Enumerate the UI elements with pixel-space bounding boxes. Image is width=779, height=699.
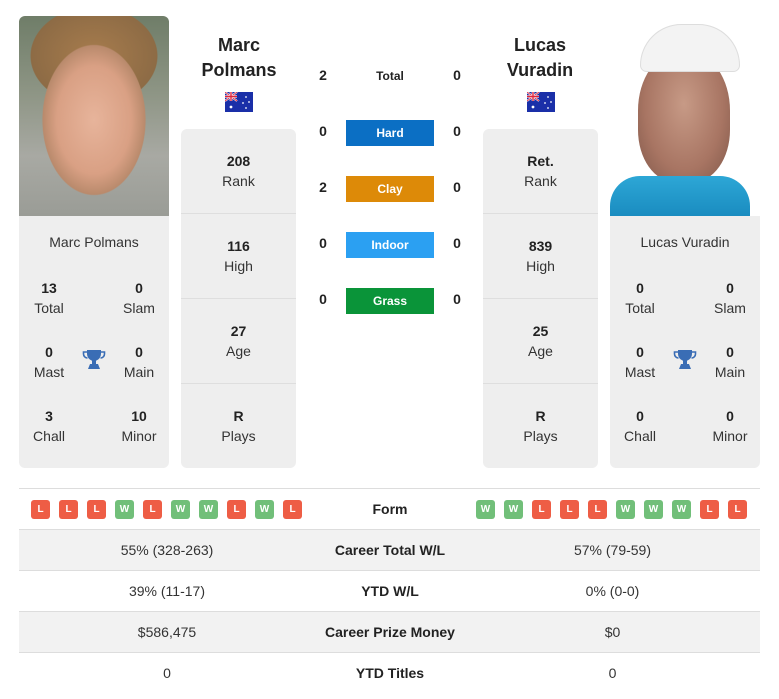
player2-value: $0 — [604, 624, 621, 640]
player1-titles-main: 0 Main — [123, 344, 155, 380]
australia-flag-icon — [225, 92, 253, 112]
h2h-total-label: Total — [376, 69, 404, 83]
player1-titles-minor: 10 Minor — [121, 408, 157, 444]
player1-titles-card: Marc Polmans 13 Total 0 Slam 0 Mast 0 Ma… — [19, 216, 169, 468]
h2h-grass-p2: 0 — [453, 291, 461, 307]
table-row: 0 YTD Titles 0 — [19, 653, 760, 694]
player1-form-badge-win[interactable]: W — [199, 499, 218, 519]
player1-titles-total: 13 Total — [34, 280, 64, 316]
player1-titles-chall: 3 Chall — [33, 408, 65, 444]
player2-value: 57% (79-59) — [573, 542, 652, 558]
player1-name[interactable]: Marc Polmans — [179, 33, 299, 83]
surface-hard-button[interactable]: Hard — [346, 120, 434, 146]
surface-clay-button[interactable]: Clay — [346, 176, 434, 202]
player1-value: 0 — [163, 665, 171, 681]
player1-photo — [19, 16, 169, 216]
player1-form-badge-loss[interactable]: L — [283, 499, 302, 519]
player2-form-badge-loss[interactable]: L — [700, 499, 719, 519]
player2-titles-mast: 0 Mast — [624, 344, 656, 380]
player2-age: 25 Age — [483, 299, 598, 384]
player2-form-badge-loss[interactable]: L — [532, 499, 551, 519]
player2-plays: R Plays — [523, 408, 558, 444]
player2-stats-column: Ret. Rank 839 High 25 Age R Plays — [483, 129, 598, 468]
h2h-indoor-p2: 0 — [453, 235, 461, 251]
h2h-total-p2: 0 — [453, 67, 461, 83]
player1-form-badge-loss[interactable]: L — [31, 499, 50, 519]
player2-photo — [610, 16, 750, 216]
player1-form-badge-loss[interactable]: L — [59, 499, 78, 519]
player1-stats-column: 208 Rank 116 High 27 Age R Plays — [181, 129, 296, 468]
player1-form-badge-win[interactable]: W — [255, 499, 274, 519]
player1-value: $586,475 — [137, 624, 197, 640]
player1-form-badge-loss[interactable]: L — [227, 499, 246, 519]
h2h-total-p1: 2 — [319, 67, 327, 83]
player2-card-name: Lucas Vuradin — [640, 234, 730, 250]
player1-titles-mast: 0 Mast — [33, 344, 65, 380]
player2-form-badge-win[interactable]: W — [504, 499, 523, 519]
player2-rank: Ret. Rank — [483, 129, 598, 214]
player2-form-badge-win[interactable]: W — [476, 499, 495, 519]
player2-shirt — [610, 176, 750, 216]
player1-form-badge-loss[interactable]: L — [143, 499, 162, 519]
surface-indoor-button[interactable]: Indoor — [346, 232, 434, 258]
table-row: 39% (11-17) YTD W/L 0% (0-0) — [19, 571, 760, 612]
player1-plays: R Plays — [221, 408, 256, 444]
form-row: LLLWLWWLWL Form WWLLLWWWLL — [19, 489, 760, 530]
player1-titles-slam: 0 Slam — [123, 280, 155, 316]
h2h-grass-p1: 0 — [319, 291, 327, 307]
player2-value: 0 — [608, 665, 617, 681]
player2-form-badge-win[interactable]: W — [616, 499, 635, 519]
player1-form: LLLWLWWLWL — [31, 489, 302, 529]
player2-titles-chall: 0 Chall — [624, 408, 656, 444]
h2h-clay-p2: 0 — [453, 179, 461, 195]
player2-name[interactable]: Lucas Vuradin — [480, 33, 600, 83]
player2-titles-slam: 0 Slam — [714, 280, 746, 316]
table-row: $586,475 Career Prize Money $0 — [19, 612, 760, 653]
player1-high: 116 High — [181, 214, 296, 299]
player2-value: 0% (0-0) — [585, 583, 640, 599]
h2h-hard-p2: 0 — [453, 123, 461, 139]
player2-titles-card: Lucas Vuradin 0 Total 0 Slam 0 Mast 0 Ma… — [610, 216, 760, 468]
form-label: Form — [372, 501, 408, 517]
player1-form-badge-win[interactable]: W — [171, 499, 190, 519]
player2-high: 839 High — [483, 214, 598, 299]
player2-cap — [640, 24, 740, 72]
player2-form-badge-loss[interactable]: L — [560, 499, 579, 519]
trophy-icon — [82, 350, 106, 369]
player2-form: WWLLLWWWLL — [476, 489, 747, 529]
player2-form-badge-loss[interactable]: L — [728, 499, 747, 519]
australia-flag-icon — [527, 92, 555, 112]
player2-titles-total: 0 Total — [625, 280, 655, 316]
trophy-icon — [673, 350, 697, 369]
h2h-hard-p1: 0 — [319, 123, 327, 139]
player2-form-badge-loss[interactable]: L — [588, 499, 607, 519]
player1-rank: 208 Rank — [181, 129, 296, 214]
h2h-indoor-p1: 0 — [319, 235, 327, 251]
table-row: 55% (328-263) Career Total W/L 57% (79-5… — [19, 530, 760, 571]
player2-form-badge-win[interactable]: W — [644, 499, 663, 519]
player2-titles-minor: 0 Minor — [712, 408, 748, 444]
player2-titles-main: 0 Main — [714, 344, 746, 380]
player2-form-badge-win[interactable]: W — [672, 499, 691, 519]
player1-form-badge-loss[interactable]: L — [87, 499, 106, 519]
player1-value: 39% (11-17) — [128, 583, 205, 599]
player1-form-badge-win[interactable]: W — [115, 499, 134, 519]
player1-age: 27 Age — [181, 299, 296, 384]
h2h-clay-p1: 2 — [319, 179, 327, 195]
comparison-table: LLLWLWWLWL Form WWLLLWWWLL 55% (328-263)… — [19, 488, 760, 694]
row-label: YTD W/L — [361, 583, 419, 599]
row-label: Career Total W/L — [334, 542, 446, 558]
surface-grass-button[interactable]: Grass — [346, 288, 434, 314]
row-label: Career Prize Money — [325, 624, 455, 640]
player1-card-name: Marc Polmans — [49, 234, 139, 250]
row-label: YTD Titles — [355, 665, 425, 681]
player1-value: 55% (328-263) — [120, 542, 214, 558]
